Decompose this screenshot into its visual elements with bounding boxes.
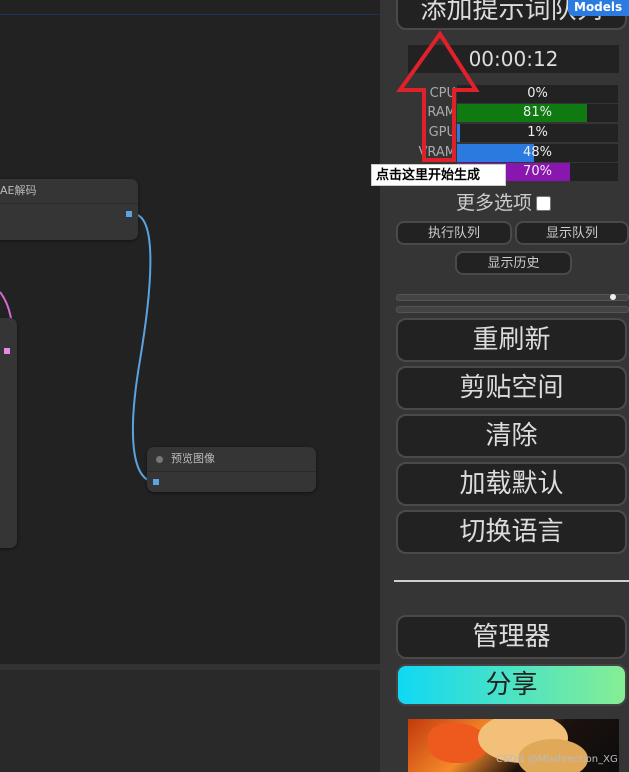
red-arrow-icon <box>396 30 480 162</box>
watermark: CSDN @Misdirection_XG <box>496 754 618 765</box>
generate-hint-tooltip: 点击这里开始生成 <box>371 164 506 186</box>
annotation-overlay <box>396 30 480 162</box>
